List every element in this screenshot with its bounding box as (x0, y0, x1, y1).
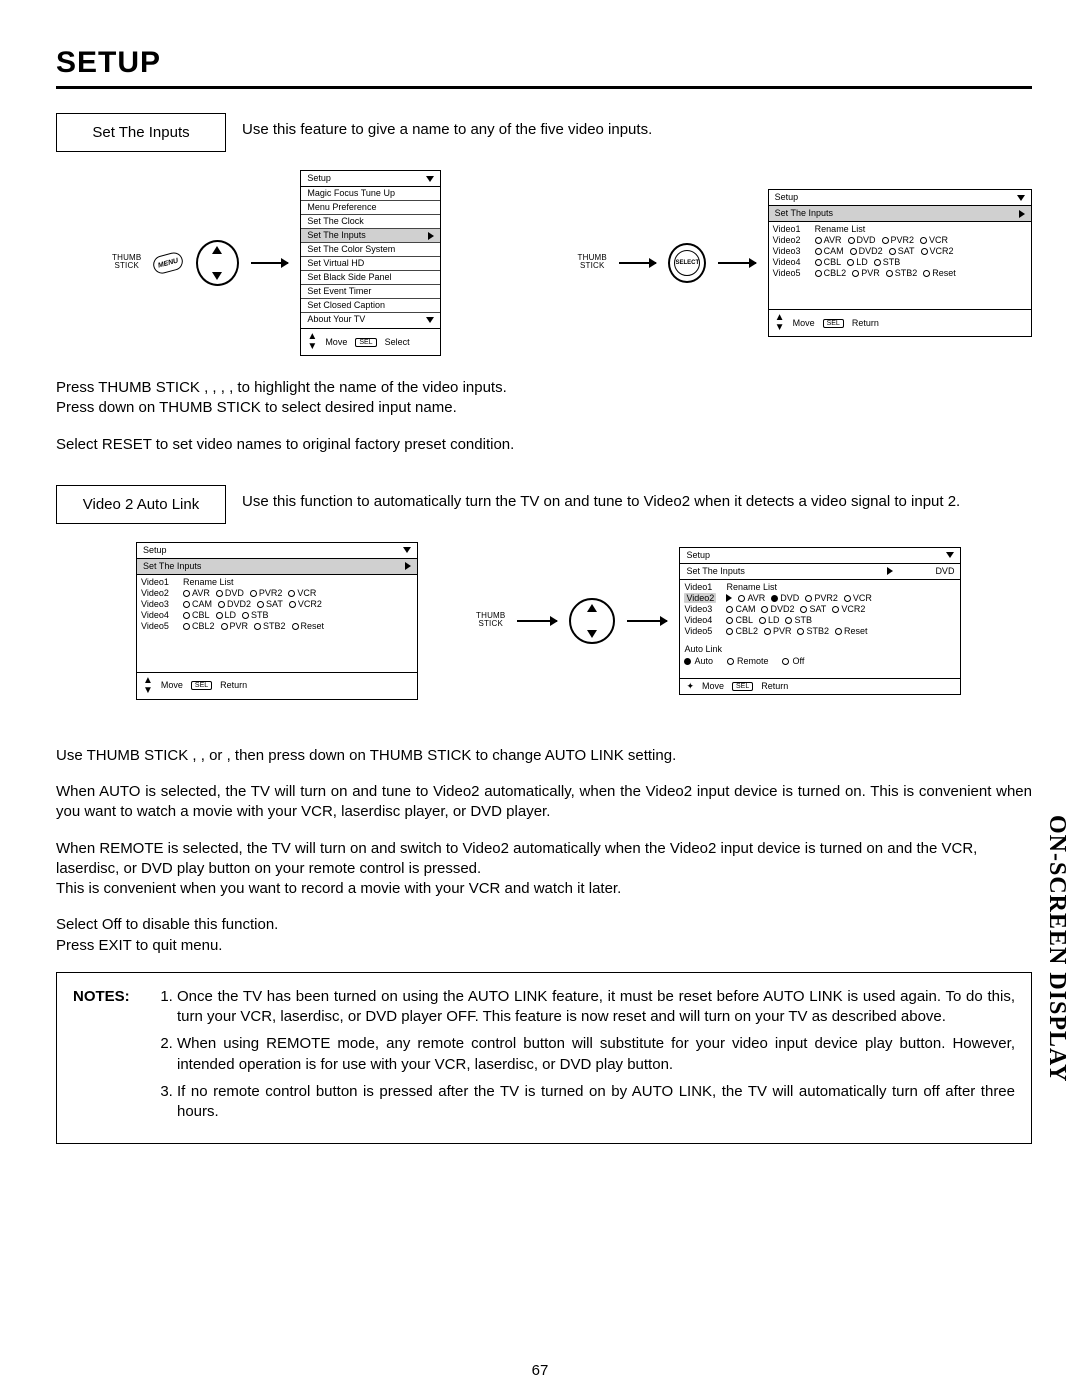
sel-badge: SEL (355, 338, 376, 347)
foot-action: Select (385, 338, 410, 347)
page-heading: SETUP (56, 46, 1032, 80)
instruction-text: This is convenient when you want to reco… (56, 879, 1032, 899)
thumbstick-icon (569, 598, 615, 644)
input-row: Video3CAMDVD2SATVCR2 (773, 246, 1027, 257)
arrow-right-icon (1019, 210, 1025, 218)
thumbstick-control-3: THUMBSTICK (476, 612, 505, 630)
sel-badge: SEL (732, 682, 753, 691)
arrow-icon (627, 620, 667, 622)
instruction-text: When AUTO is selected, the TV will turn … (56, 782, 1032, 823)
input-row: Video2AVRDVDPVR2VCR (773, 235, 1027, 246)
menu-item: Set Black Side Panel (301, 271, 440, 285)
menu-item: Magic Focus Tune Up (301, 187, 440, 201)
autolink-label: Video 2 Auto Link (56, 485, 226, 524)
instruction-text: When REMOTE is selected, the TV will tur… (56, 839, 1032, 880)
inputs-menu: Setup Set The Inputs Video1Rename ListVi… (768, 189, 1032, 337)
menu-title: Setup (775, 193, 799, 202)
menu-item: About Your TV (301, 313, 440, 326)
menu-item: Set Closed Caption (301, 299, 440, 313)
input-row: Video5CBL2PVRSTB2Reset (773, 268, 1027, 279)
updown-icon: ▲▼ (307, 332, 317, 352)
instruction-text: Use THUMB STICK , , or , then press down… (56, 746, 1032, 766)
setup-menu: Setup Magic Focus Tune UpMenu Preference… (300, 170, 441, 356)
input-row: Video4CBLLDSTB (141, 610, 413, 621)
foot-action: Return (761, 682, 788, 691)
autolink-title: Auto Link (684, 644, 956, 655)
input-row: Video5CBL2PVRSTB2Reset (684, 626, 956, 637)
menu-item: Set The Inputs (301, 229, 440, 243)
updown-icon: ▲▼ (775, 313, 785, 333)
input-row: Video1Rename List (684, 582, 956, 593)
heading-rule (56, 86, 1032, 89)
arrow-icon (517, 620, 557, 622)
set-inputs-desc: Use this feature to give a name to any o… (242, 113, 652, 138)
menu-title: Setup (686, 551, 710, 560)
input-row: Video2AVRDVDPVR2VCR (684, 593, 956, 604)
select-button-icon: SELECT (668, 243, 706, 283)
nav-glyph: ✦ (686, 682, 694, 691)
opt-remote: Remote (737, 657, 769, 666)
menu-subtitle: Set The Inputs (143, 562, 201, 571)
input-row: Video3CAMDVD2SATVCR2 (141, 599, 413, 610)
input-row: Video5CBL2PVRSTB2Reset (141, 621, 413, 632)
sel-badge: SEL (191, 681, 212, 690)
thumbstick-control-2: THUMBSTICK (578, 254, 607, 272)
foot-move: Move (702, 682, 724, 691)
notes-box: NOTES: Once the TV has been turned on us… (56, 972, 1032, 1144)
menu-item: Set Virtual HD (301, 257, 440, 271)
thumbstick-icon (196, 240, 239, 286)
arrow-icon (718, 262, 755, 264)
sel-badge: SEL (823, 319, 844, 328)
updown-icon: ▲▼ (143, 676, 153, 696)
menu-item: Set The Clock (301, 215, 440, 229)
arrow-down-icon (946, 552, 954, 558)
instruction-text: Select RESET to set video names to origi… (56, 435, 1032, 455)
menu-item: Set Event Timer (301, 285, 440, 299)
set-inputs-label: Set The Inputs (56, 113, 226, 152)
instruction-text: Select Off to disable this function. (56, 915, 1032, 935)
page-number: 67 (0, 1362, 1080, 1379)
arrow-right-icon (887, 567, 893, 575)
thumbstick-control: THUMBSTICK (112, 254, 141, 272)
foot-action: Return (852, 319, 879, 328)
note-item: Once the TV has been turned on using the… (177, 987, 1015, 1028)
menu-item: Set The Color System (301, 243, 440, 257)
arrow-down-icon (403, 547, 411, 553)
arrow-right-icon (405, 562, 411, 570)
input-row: Video1Rename List (773, 224, 1027, 235)
input-row: Video4CBLLDSTB (773, 257, 1027, 268)
input-row: Video1Rename List (141, 577, 413, 588)
notes-label: NOTES: (73, 987, 143, 1129)
inputs-menu-2: Setup Set The Inputs Video1Rename ListVi… (136, 542, 418, 700)
instruction-text: Press EXIT to quit menu. (56, 936, 1032, 956)
opt-auto: Auto (694, 657, 713, 666)
setup-menu-title: Setup (307, 174, 331, 183)
inputs-menu-3: Setup Set The Inputs DVD Video1Rename Li… (679, 547, 961, 695)
instruction-text: Press THUMB STICK , , , , to highlight t… (56, 378, 1032, 419)
menu-item: Menu Preference (301, 201, 440, 215)
foot-move: Move (793, 319, 815, 328)
menu-button-icon: MENU (152, 250, 186, 275)
opt-off: Off (792, 657, 804, 666)
menu-subtitle: Set The Inputs (775, 209, 833, 218)
arrow-down-icon (426, 176, 434, 182)
foot-move: Move (161, 681, 183, 690)
autolink-desc: Use this function to automatically turn … (242, 485, 1032, 510)
section-tab: ON-SCREEN DISPLAY (1043, 815, 1070, 1083)
arrow-icon (251, 262, 288, 264)
note-item: If no remote control button is pressed a… (177, 1082, 1015, 1123)
input-row: Video4CBLLDSTB (684, 615, 956, 626)
menu-title: Setup (143, 546, 167, 555)
input-row: Video3CAMDVD2SATVCR2 (684, 604, 956, 615)
dvd-tag: DVD (935, 567, 954, 576)
menu-subtitle: Set The Inputs (686, 567, 744, 576)
foot-action: Return (220, 681, 247, 690)
input-row: Video2AVRDVDPVR2VCR (141, 588, 413, 599)
arrow-icon (619, 262, 656, 264)
note-item: When using REMOTE mode, any remote contr… (177, 1034, 1015, 1075)
foot-move: Move (325, 338, 347, 347)
arrow-down-icon (1017, 195, 1025, 201)
